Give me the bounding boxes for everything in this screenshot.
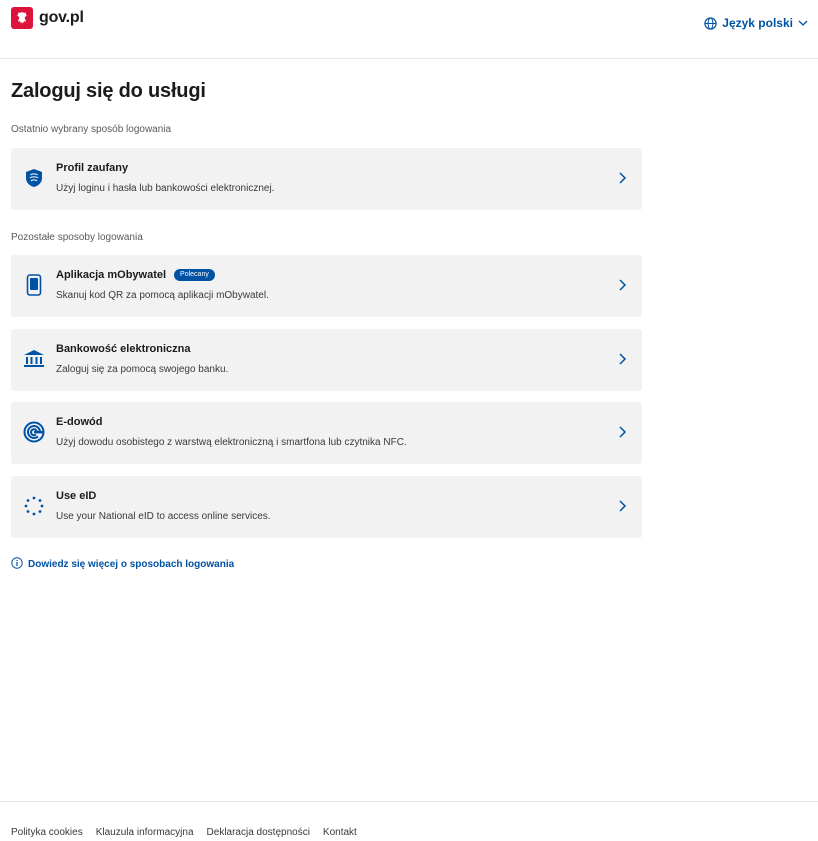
login-method-title: E-dowód — [56, 416, 102, 428]
language-selector[interactable]: Język polski — [704, 16, 808, 30]
login-method-title-text: Aplikacja mObywatel — [56, 269, 167, 282]
gov-pl-logo-link[interactable]: gov.pl — [11, 7, 84, 29]
page-title: Zaloguj się do usługi — [11, 80, 206, 102]
login-method-title-text: Profil zaufany — [56, 162, 129, 174]
e-id-card-icon — [23, 420, 45, 444]
login-method-description: Użyj loginu i hasła lub bankowości elekt… — [56, 183, 275, 194]
bank-icon — [23, 347, 45, 371]
login-method-title: Use eID — [56, 490, 96, 502]
login-method-e-id[interactable]: E-dowód Użyj dowodu osobistego z warstwą… — [11, 402, 642, 464]
login-method-title: Aplikacja mObywatel Polecany — [56, 269, 215, 282]
footer-links: Polityka cookies Klauzula informacyjna D… — [11, 827, 357, 838]
footer-link-cookies[interactable]: Polityka cookies — [11, 827, 83, 838]
footer: Polityka cookies Klauzula informacyjna D… — [0, 801, 818, 841]
learn-more-label: Dowiedz się więcej o sposobach logowania — [28, 559, 235, 570]
footer-link-contact[interactable]: Kontakt — [323, 827, 357, 838]
learn-more-link[interactable]: Dowiedz się więcej o sposobach logowania — [11, 557, 234, 572]
login-method-title-text: Bankowość elektroniczna — [56, 343, 191, 355]
chevron-right-icon — [619, 172, 627, 184]
footer-link-privacy-clause[interactable]: Klauzula informacyjna — [96, 827, 194, 838]
footer-link-accessibility[interactable]: Deklaracja dostępności — [207, 827, 310, 838]
login-method-description: Zaloguj się za pomocą swojego banku. — [56, 364, 229, 375]
phone-icon — [23, 273, 45, 297]
chevron-right-icon — [619, 353, 627, 365]
recent-methods-label: Ostatnio wybrany sposób logowania — [11, 124, 172, 135]
polish-eagle-icon — [11, 7, 33, 29]
recommended-badge: Polecany — [174, 269, 215, 282]
trusted-profile-icon — [23, 166, 45, 190]
login-method-online-banking[interactable]: Bankowość elektroniczna Zaloguj się za p… — [11, 329, 642, 391]
login-method-title-text: Use eID — [56, 490, 97, 502]
login-method-title-text: E-dowód — [56, 416, 103, 428]
info-icon — [11, 557, 23, 572]
chevron-right-icon — [619, 279, 627, 291]
login-method-title: Bankowość elektroniczna — [56, 343, 191, 355]
login-method-mobywatel[interactable]: Aplikacja mObywatel Polecany Skanuj kod … — [11, 255, 642, 317]
other-methods-label: Pozostałe sposoby logowania — [11, 232, 143, 243]
login-method-title: Profil zaufany — [56, 162, 128, 174]
eu-stars-icon — [23, 494, 45, 518]
chevron-down-icon — [798, 20, 808, 27]
login-method-description: Skanuj kod QR za pomocą aplikacji mObywa… — [56, 290, 269, 301]
chevron-right-icon — [619, 500, 627, 512]
globe-icon — [704, 16, 717, 30]
header: gov.pl Język polski — [0, 0, 818, 59]
login-method-description: Use your National eID to access online s… — [56, 511, 271, 522]
login-method-trusted-profile[interactable]: Profil zaufany Użyj loginu i hasła lub b… — [11, 148, 642, 210]
login-method-description: Użyj dowodu osobistego z warstwą elektro… — [56, 437, 407, 448]
login-method-use-eid[interactable]: Use eID Use your National eID to access … — [11, 476, 642, 538]
language-label: Język polski — [722, 16, 793, 30]
logo-text: gov.pl — [39, 9, 84, 26]
chevron-right-icon — [619, 426, 627, 438]
